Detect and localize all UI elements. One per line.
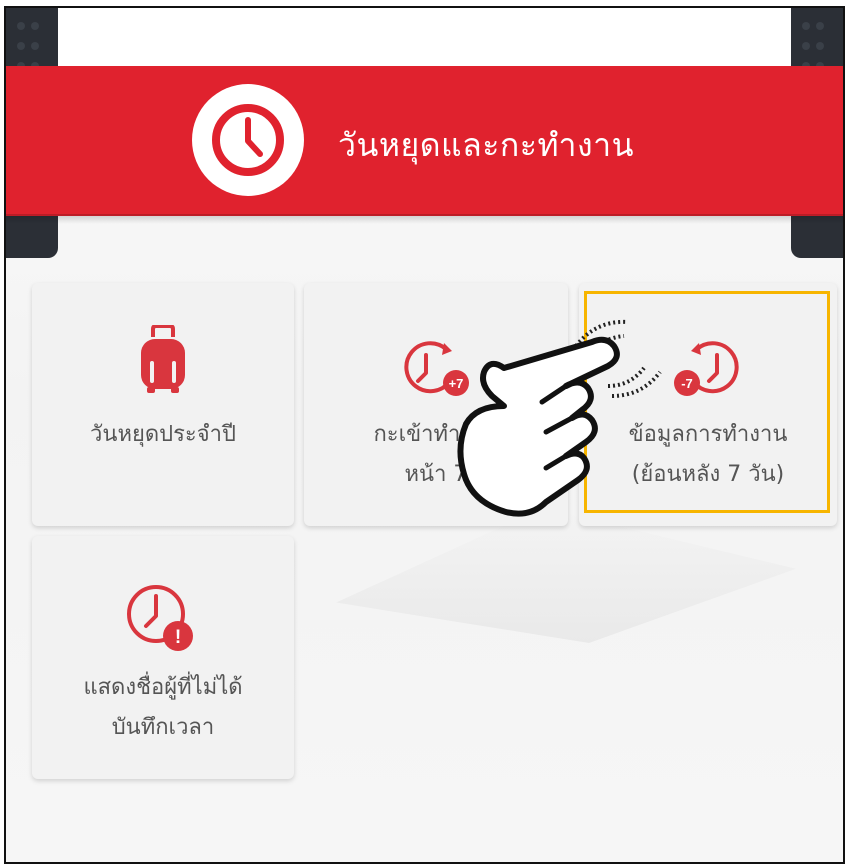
header-icon-circle bbox=[192, 84, 304, 196]
app-screen: วันหยุดและกะทำงาน วันหยุดประจำปี +7 กะเข… bbox=[4, 6, 845, 864]
menu-tile-annual-holidays[interactable]: วันหยุดประจำปี bbox=[32, 283, 294, 526]
menu-label: วันหยุดประจำปี bbox=[90, 422, 236, 447]
page-title: วันหยุดและกะทำงาน bbox=[338, 126, 634, 164]
clock-alert-icon: ! bbox=[127, 585, 193, 651]
status-area bbox=[6, 8, 843, 68]
menu-label: แสดงชื่อผู้ที่ไม่ได้ bbox=[83, 675, 243, 700]
clock-icon bbox=[212, 104, 284, 176]
badge-alert: ! bbox=[175, 627, 181, 648]
tap-hand-icon bbox=[457, 319, 662, 517]
menu-tile-missing-time-records[interactable]: ! แสดงชื่อผู้ที่ไม่ได้ บันทึกเวลา bbox=[32, 536, 294, 779]
menu-label: บันทึกเวลา bbox=[111, 715, 215, 740]
luggage-icon bbox=[141, 325, 185, 393]
